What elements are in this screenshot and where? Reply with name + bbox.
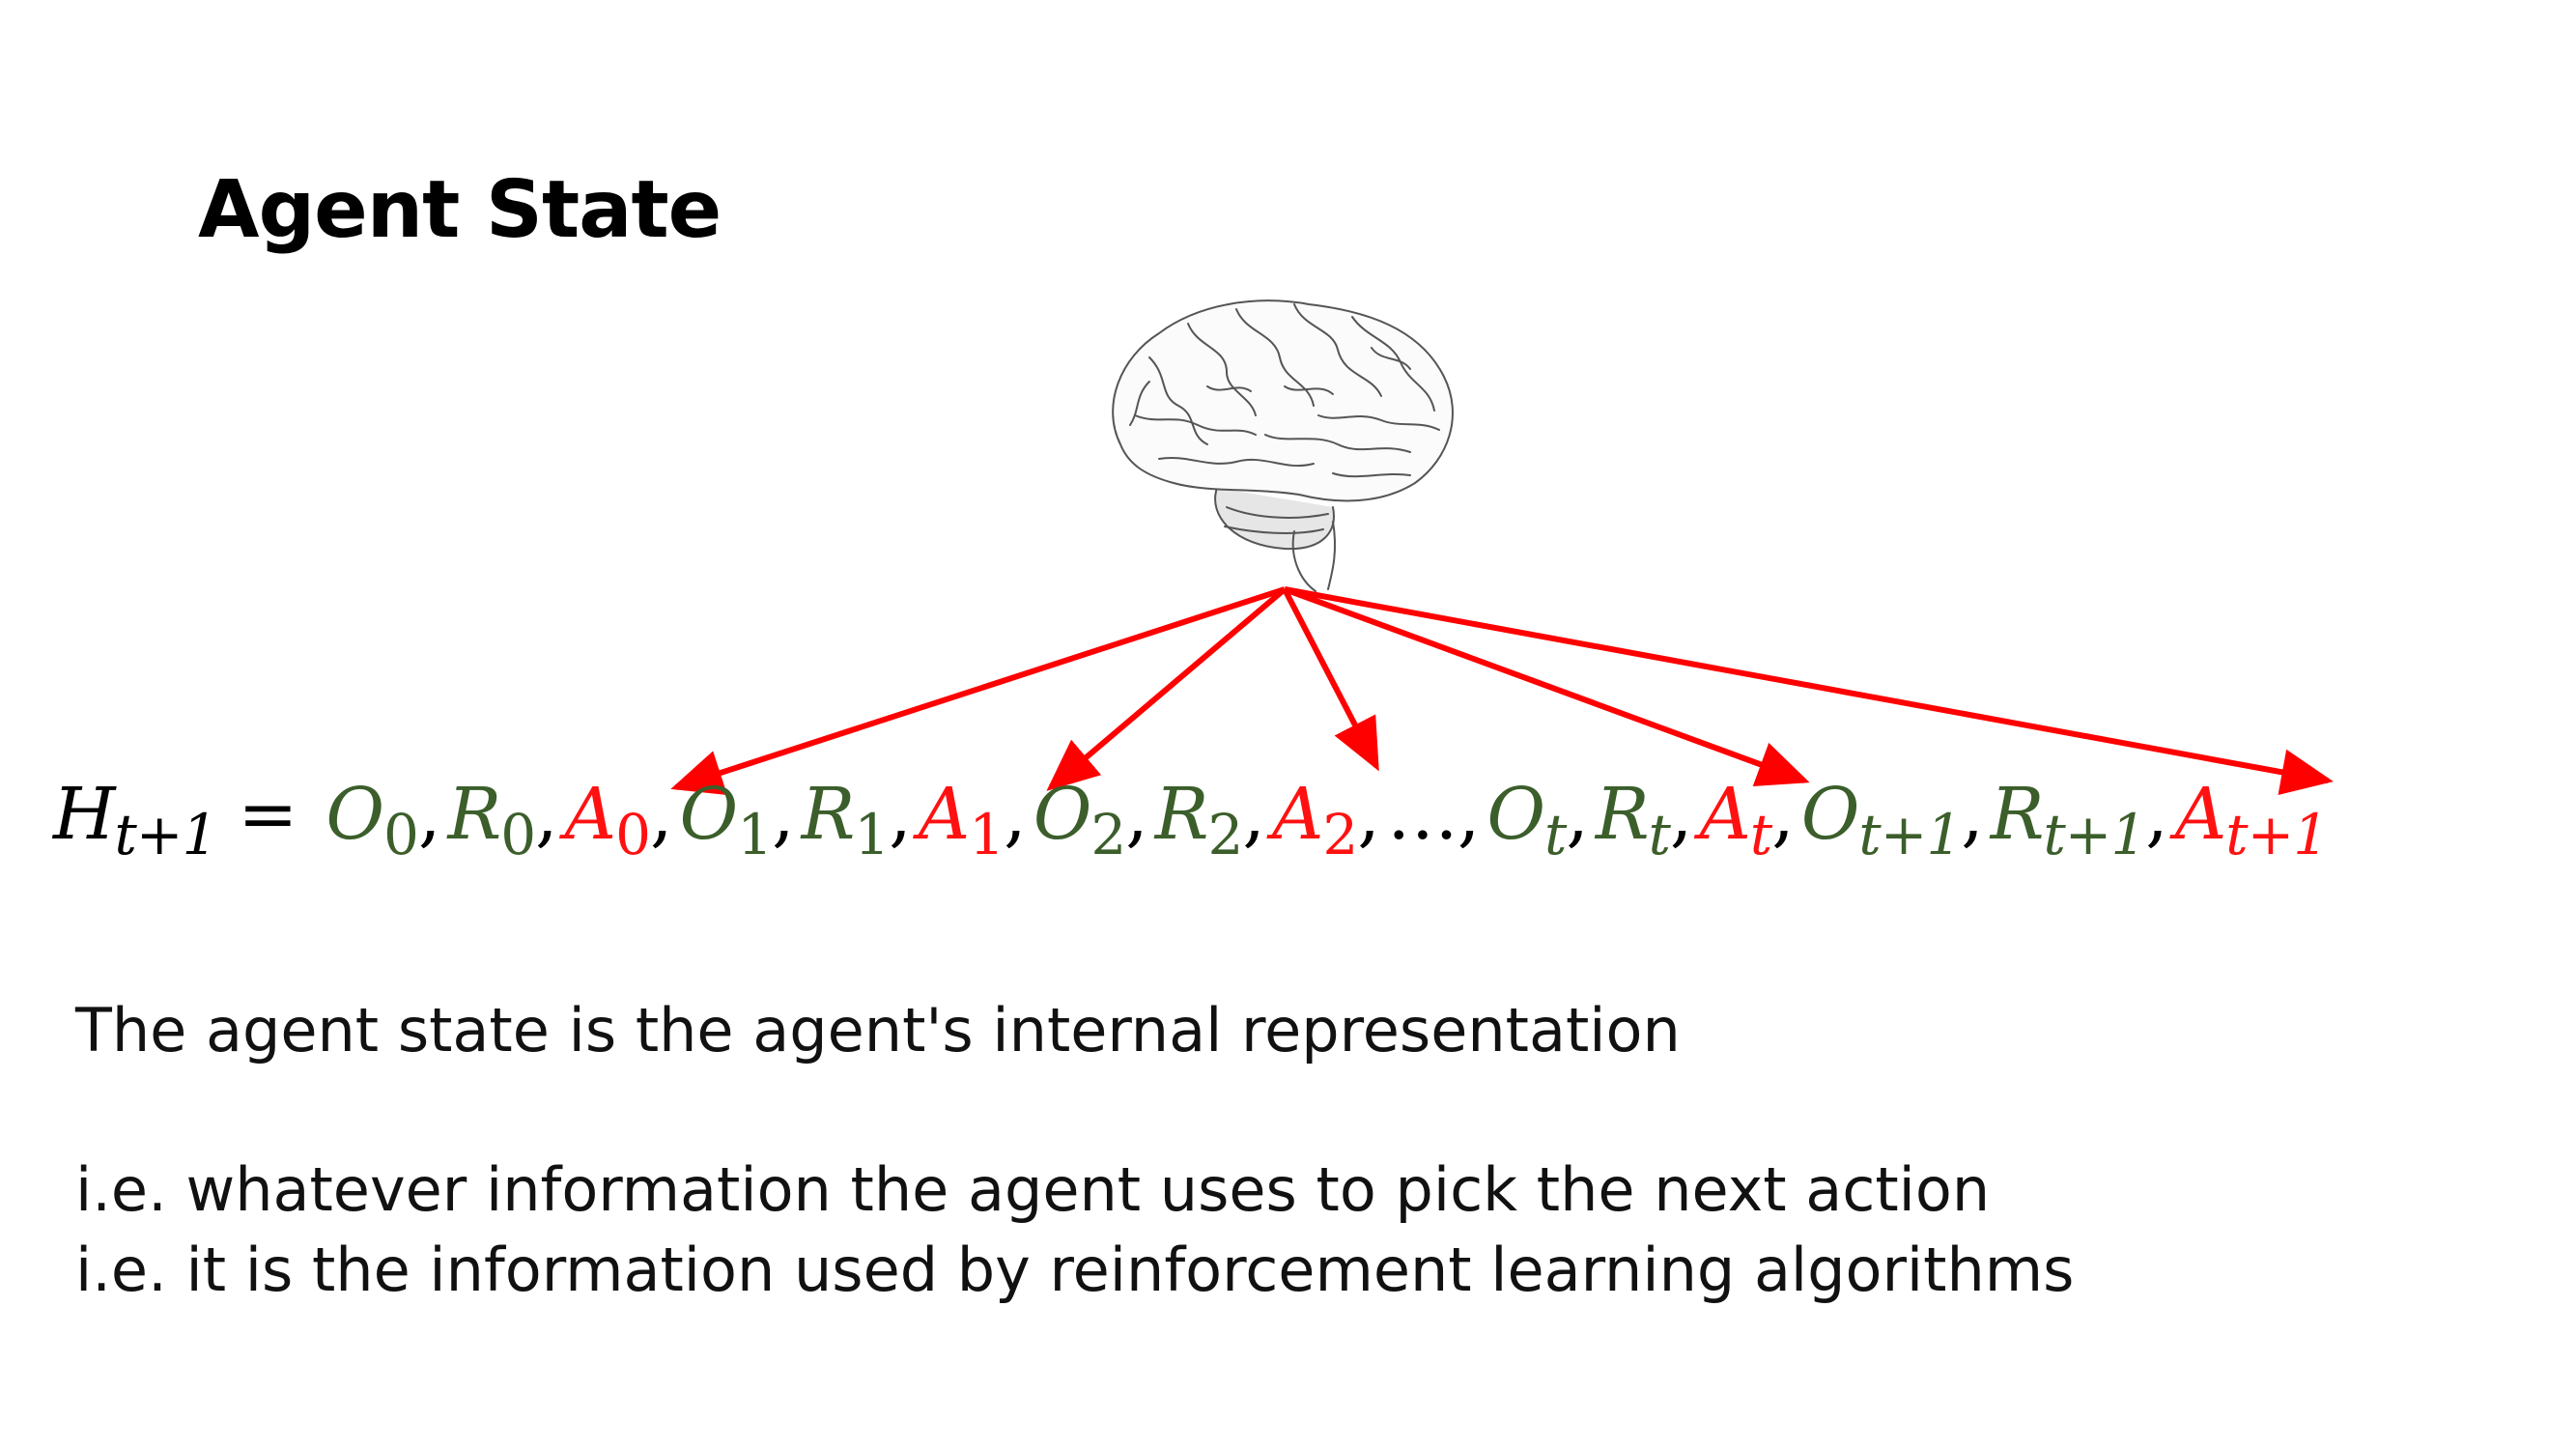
term-separator: , [535, 773, 558, 856]
body-line-2: i.e. whatever information the agent uses… [75, 1154, 1991, 1225]
formula-term: R0 [447, 773, 536, 863]
formula-term: At+1 [2174, 773, 2329, 863]
formula-term: A0 [564, 773, 651, 863]
formula-term: O1 [679, 773, 774, 863]
formula-term: Ot [1486, 773, 1567, 863]
formula-term: … [1387, 773, 1458, 856]
term-separator: , [650, 773, 673, 856]
term-separator: , [1125, 773, 1148, 856]
term-separator: , [772, 773, 795, 856]
slide-title: Agent State [198, 164, 722, 256]
body-line-3: i.e. it is the information used by reinf… [75, 1235, 2075, 1305]
formula-term-symbol: A [564, 773, 616, 856]
formula-term-symbol: A [918, 773, 970, 856]
formula-term-subscript: 0 [383, 802, 419, 867]
arrow-to-a2 [1282, 587, 1379, 772]
formula-term-subscript: 2 [1322, 802, 1358, 867]
slide: Agent State Ht+1 = O0, R0, A0, O1, R1, A… [0, 0, 2576, 1449]
formula-term-symbol: R [1154, 773, 1209, 856]
history-formula: Ht+1 = O0, R0, A0, O1, R1, A1, O2, R2, A2,…, Ot, Rt,… [53, 773, 2329, 863]
formula-term-subscript: 1 [737, 802, 773, 867]
formula-term-symbol: O [1800, 773, 1860, 856]
formula-term: Ot+1 [1800, 773, 1962, 863]
formula-term-subscript: t+1 [2225, 802, 2329, 867]
equals-sign: = [238, 773, 297, 856]
formula-term-subscript: 2 [1090, 802, 1126, 867]
formula-lhs-symbol: H [53, 773, 116, 856]
formula-term-symbol: … [1386, 773, 1458, 856]
formula-term: Rt [1595, 773, 1671, 863]
body-line-1: The agent state is the agent's internal … [75, 995, 1681, 1065]
formula-term-subscript: 1 [854, 802, 890, 867]
formula-term-subscript: 2 [1207, 802, 1244, 867]
term-separator: , [1669, 773, 1693, 856]
brain-icon [1112, 299, 1454, 592]
formula-term: O2 [1033, 773, 1127, 863]
formula-term-symbol: R [1990, 773, 2045, 856]
formula-term-symbol: R [447, 773, 501, 856]
arrow-to-at [1283, 586, 1810, 786]
formula-term-subscript: t [1648, 802, 1671, 867]
term-separator: , [1961, 773, 1984, 856]
term-separator: , [1357, 773, 1380, 856]
term-separator: , [1457, 773, 1481, 856]
formula-term-symbol: O [1033, 773, 1092, 856]
term-separator: , [889, 773, 912, 856]
term-separator: , [1771, 773, 1795, 856]
formula-term: At [1699, 773, 1772, 863]
formula-term-symbol: O [1486, 773, 1545, 856]
formula-term: Rt+1 [1990, 773, 2147, 863]
formula-term-symbol: O [326, 773, 384, 856]
formula-term-symbol: R [801, 773, 856, 856]
formula-term-subscript: 0 [615, 802, 651, 867]
arrow-to-a1 [1046, 586, 1287, 791]
formula-term: R1 [801, 773, 891, 863]
term-separator: , [1566, 773, 1589, 856]
term-separator: , [417, 773, 441, 856]
formula-term-symbol: A [1699, 773, 1750, 856]
formula-term-subscript: t [1544, 802, 1567, 867]
formula-term-symbol: A [1271, 773, 1323, 856]
term-separator: , [1242, 773, 1265, 856]
formula-term-subscript: 1 [969, 802, 1005, 867]
arrow-to-a0 [670, 586, 1286, 795]
formula-term: A2 [1271, 773, 1358, 863]
formula-term: A1 [918, 773, 1005, 863]
formula-term-symbol: A [2174, 773, 2226, 856]
formula-term-subscript: t+1 [2043, 802, 2146, 867]
formula-term: R2 [1154, 773, 1244, 863]
formula-term-subscript: t [1749, 802, 1772, 867]
formula-lhs: Ht+1 [53, 773, 217, 863]
formula-term-symbol: O [679, 773, 739, 856]
term-separator: , [1004, 773, 1027, 856]
formula-term: O0 [326, 773, 419, 863]
formula-term-symbol: R [1595, 773, 1650, 856]
formula-term-subscript: 0 [500, 802, 536, 867]
arrow-to-at1 [1284, 586, 2334, 795]
term-separator: , [2145, 773, 2168, 856]
formula-term-subscript: t+1 [1858, 802, 1962, 867]
formula-lhs-subscript: t+1 [114, 802, 218, 867]
